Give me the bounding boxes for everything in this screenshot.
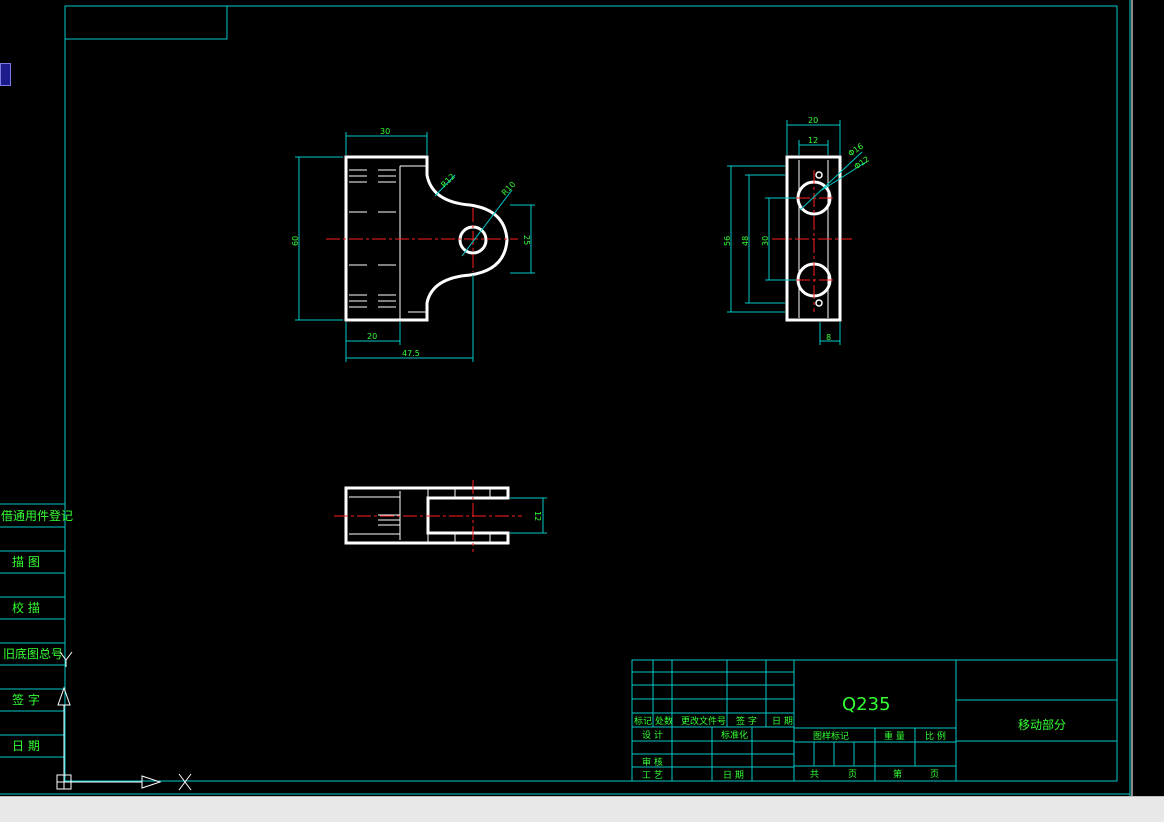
tb-standardize: 标准化 [721,729,748,741]
dim-front-r2: R10 [500,180,518,198]
dim-side-h2: 48 [741,236,750,246]
side-panel-tab[interactable] [0,63,11,86]
left-panel [0,503,65,758]
tb-process: 工 艺 [642,770,663,781]
cad-drawing-canvas[interactable]: 借通用件登记 描 图 校 描 旧底图总号 签 字 日 期 30 60 20 47… [0,0,1164,796]
plan-view[interactable]: 12 [334,480,547,552]
tb-sheet-unit: 页 [848,769,857,780]
label-old-base-number: 旧底图总号 [3,646,63,661]
tb-sheet-unit2: 页 [930,769,939,780]
tb-stage: 图样标记 [813,730,849,742]
ucs-icon [56,651,192,791]
tb-date-h: 日 期 [772,716,793,727]
dim-side-d2: Φ12 [852,155,871,172]
tb-sheet: 第 [893,768,902,780]
tb-change-doc: 更改文件号 [681,715,726,727]
label-borrow-register: 借通用件登记 [1,508,73,523]
dim-front-overall: 47.5 [402,349,420,358]
tb-weight: 重 量 [884,730,905,742]
label-trace: 描 图 [12,555,40,569]
dim-front-r1: R12 [439,172,457,190]
tb-audit: 审 核 [642,756,663,768]
dim-front-lug: 25 [522,235,531,245]
front-view[interactable]: 30 60 20 47.5 R12 R10 25 [291,127,535,362]
status-bar [0,796,1164,822]
dim-side-inner: 12 [808,136,818,145]
tb-scale: 比 例 [925,730,946,742]
dim-side-width: 20 [808,116,818,125]
material-label: Q235 [842,694,891,715]
label-signature: 签 字 [12,692,40,707]
tb-mark: 标记 [634,715,652,727]
dim-side-h1: 56 [723,236,732,246]
tb-design: 设 计 [642,729,663,741]
dim-front-width-top: 30 [380,127,390,136]
viewport-edge [1131,0,1133,796]
tb-sign: 签 字 [736,715,757,727]
tb-count: 处数 [655,715,673,727]
label-date: 日 期 [12,739,40,753]
part-name: 移动部分 [1018,717,1066,732]
dim-front-height: 60 [291,236,300,246]
dim-side-h3: 30 [761,236,770,246]
side-view[interactable]: 20 12 56 48 30 8 Φ16 Φ12 [723,116,871,345]
drawing-frame [0,0,1131,796]
dim-plan-gap: 12 [533,511,542,521]
dim-front-bottom-left: 20 [367,332,377,341]
dim-side-d1: Φ16 [846,142,865,159]
left-panel-labels: 借通用件登记 描 图 校 描 旧底图总号 签 字 日 期 [1,508,73,753]
label-check-trace: 校 描 [12,600,40,615]
dim-side-bottom: 8 [826,333,831,342]
tb-date: 日 期 [723,770,744,781]
tb-total: 共 [810,769,819,780]
